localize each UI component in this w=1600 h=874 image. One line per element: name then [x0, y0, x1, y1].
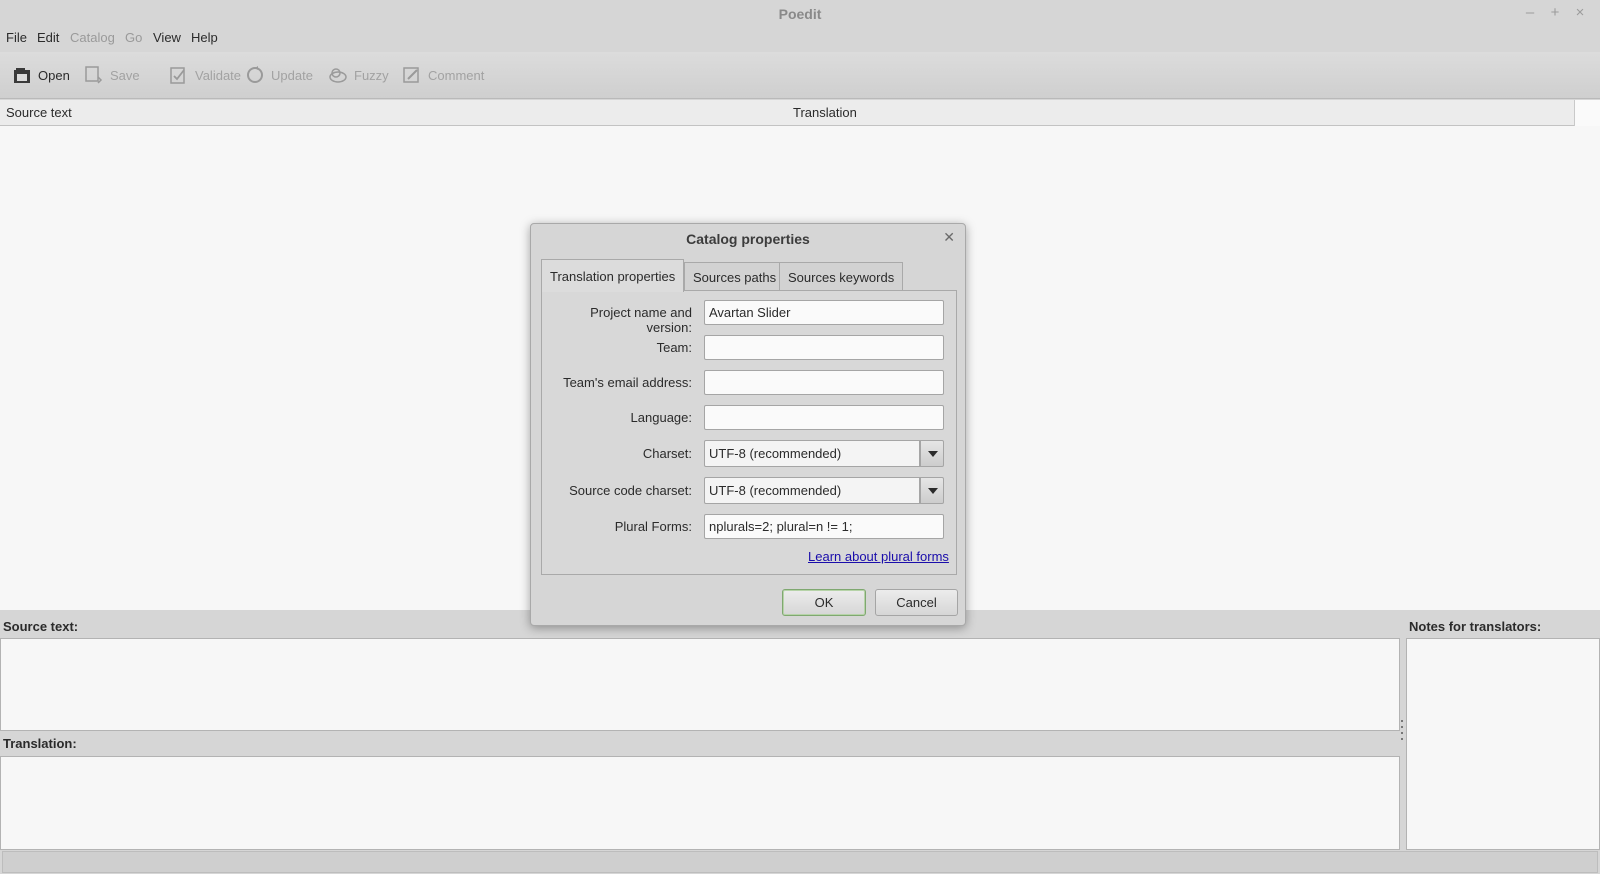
team-field[interactable] [704, 335, 944, 360]
tab-translation-properties[interactable]: Translation properties [541, 259, 685, 292]
save-label: Save [110, 67, 140, 83]
menu-go[interactable]: Go [125, 30, 142, 45]
translation-box[interactable] [0, 756, 1400, 850]
cancel-button[interactable]: Cancel [875, 589, 958, 616]
fuzzy-label: Fuzzy [354, 67, 389, 83]
comment-label: Comment [428, 67, 485, 83]
notes-box[interactable] [1406, 638, 1600, 850]
source-charset-value: UTF-8 (recommended) [704, 477, 920, 504]
tab-panel: Project name and version: Team: Team's e… [541, 290, 957, 575]
column-translation[interactable]: Translation [793, 105, 857, 120]
dialog-title: Catalog properties [686, 231, 810, 247]
source-text-box[interactable] [0, 638, 1400, 731]
menu-file[interactable]: File [6, 30, 27, 45]
source-charset-select[interactable]: UTF-8 (recommended) [704, 477, 944, 504]
validate-button[interactable]: Validate [169, 63, 241, 87]
learn-plural-forms-link[interactable]: Learn about plural forms [808, 549, 949, 564]
charset-label: Charset: [642, 446, 692, 461]
notes-label: Notes for translators: [1409, 619, 1542, 634]
validate-icon [170, 67, 185, 84]
open-button[interactable]: Open [12, 63, 70, 87]
source-text-label: Source text: [3, 619, 79, 634]
comment-button[interactable]: Comment [402, 63, 484, 87]
project-name-field[interactable] [704, 300, 944, 325]
menu-help[interactable]: Help [191, 30, 218, 45]
menu-edit[interactable]: Edit [37, 30, 59, 45]
update-icon [247, 66, 263, 83]
minimize-button[interactable]: – [1522, 4, 1538, 21]
team-email-label: Team's email address: [563, 375, 692, 390]
source-charset-dropdown-icon[interactable] [920, 477, 944, 504]
list-header: Source text Translation [0, 100, 1600, 126]
team-label: Team: [656, 340, 692, 355]
validate-label: Validate [195, 67, 242, 83]
maximize-button[interactable]: + [1547, 4, 1563, 21]
title-bar: Poedit – + × [0, 0, 1600, 28]
comment-icon [403, 67, 419, 83]
menu-bar: File Edit Catalog Go View Help [0, 28, 1600, 50]
splitter-handle[interactable] [1400, 720, 1404, 746]
charset-select[interactable]: UTF-8 (recommended) [704, 440, 944, 467]
tab-sources-paths[interactable]: Sources paths [684, 262, 786, 292]
save-button[interactable]: Save [84, 63, 140, 87]
menu-catalog[interactable]: Catalog [70, 30, 115, 45]
language-label: Language: [630, 410, 692, 425]
window-title: Poedit [778, 6, 822, 22]
language-field[interactable] [704, 405, 944, 430]
fuzzy-button[interactable]: Fuzzy [328, 63, 389, 87]
fuzzy-cloud-icon [329, 68, 347, 83]
ok-button[interactable]: OK [782, 589, 866, 616]
translation-label: Translation: [3, 736, 77, 751]
charset-dropdown-icon[interactable] [920, 440, 944, 467]
source-charset-label: Source code charset: [569, 483, 692, 498]
plural-forms-label: Plural Forms: [614, 519, 692, 534]
list-header-end [1574, 100, 1600, 126]
tab-sources-keywords[interactable]: Sources keywords [779, 262, 904, 292]
open-folder-icon [14, 68, 30, 83]
catalog-properties-dialog: Catalog properties ✕ Translation propert… [530, 223, 966, 626]
charset-value: UTF-8 (recommended) [704, 440, 920, 467]
plural-forms-field[interactable] [704, 514, 944, 539]
toolbar: Open Save Validate Update Fuzzy Comment [0, 52, 1600, 99]
column-source-text[interactable]: Source text [6, 105, 72, 120]
dialog-close-icon[interactable]: ✕ [943, 229, 955, 246]
open-label: Open [38, 67, 70, 83]
close-window-button[interactable]: × [1572, 4, 1588, 21]
update-label: Update [271, 67, 313, 83]
update-button[interactable]: Update [245, 63, 313, 87]
status-bar [2, 851, 1598, 873]
menu-view[interactable]: View [153, 30, 181, 45]
project-name-label: Project name and version: [590, 305, 692, 335]
save-icon [85, 66, 103, 84]
team-email-field[interactable] [704, 370, 944, 395]
